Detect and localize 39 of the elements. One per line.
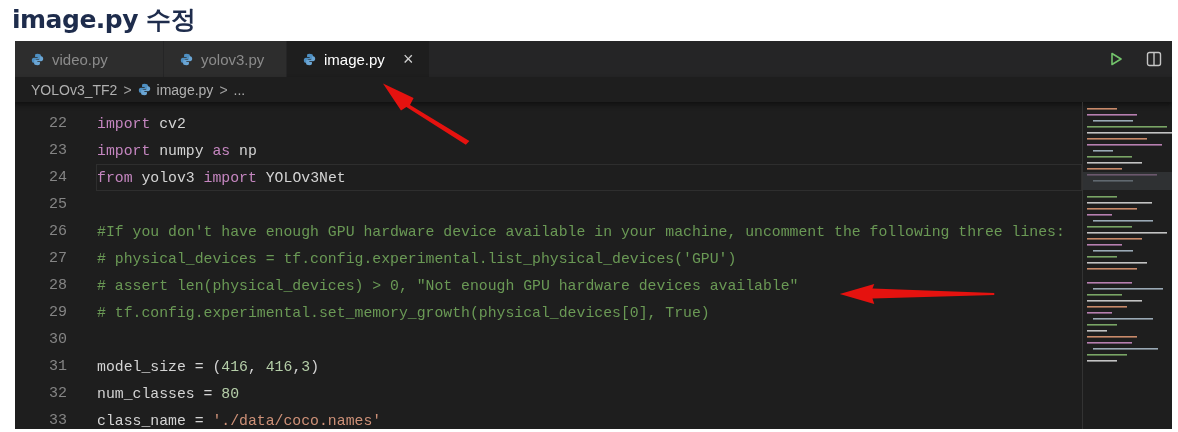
split-editor-icon[interactable] <box>1146 51 1162 67</box>
editor-tab[interactable]: image.py × <box>287 41 431 77</box>
python-file-icon <box>31 52 44 66</box>
line-number: 30 <box>48 331 67 348</box>
code-line: model_size = (416, 416,3) <box>97 358 320 375</box>
editor-tab[interactable]: yolov3.py <box>164 41 287 77</box>
breadcrumb-separator: > <box>219 81 228 98</box>
code-line: import cv2 <box>97 115 186 132</box>
run-icon[interactable] <box>1108 51 1124 67</box>
line-number: 24 <box>48 169 67 186</box>
breadcrumb-separator: > <box>123 81 132 98</box>
line-number: 31 <box>48 358 67 375</box>
breadcrumb-item[interactable]: YOLOv3_TF2 <box>31 81 118 98</box>
breadcrumb-item[interactable]: ... <box>233 81 246 98</box>
code-line: import numpy as np <box>97 142 257 159</box>
line-number: 25 <box>48 196 67 213</box>
code-line: num_classes = 80 <box>97 385 240 402</box>
line-number: 32 <box>48 385 67 402</box>
code-line: class_name = './data/coco.names' <box>97 412 382 429</box>
code-line: from yolov3 import YOLOv3Net <box>97 169 346 186</box>
python-file-icon <box>137 83 151 96</box>
post-heading: image.py 수정 <box>11 4 197 36</box>
minimap-drawing[interactable] <box>1082 102 1172 429</box>
line-number: 33 <box>48 412 67 429</box>
line-number: 22 <box>48 115 67 132</box>
code-line: # physical_devices = tf.config.experimental.list_physical_devices('GPU') <box>97 250 737 267</box>
editor-tab[interactable]: video.py <box>15 41 164 77</box>
close-button[interactable]: × <box>402 48 414 70</box>
code-line: #If you don't have enough GPU hardware device available in your machine, uncomment the following three lines: <box>97 223 1065 240</box>
python-file-icon <box>303 52 316 66</box>
line-number: 23 <box>48 142 67 159</box>
line-number: 27 <box>48 250 67 267</box>
breadcrumb-item[interactable]: image.py <box>156 81 214 98</box>
line-number: 26 <box>48 223 67 240</box>
line-number: 28 <box>48 277 67 294</box>
python-file-icon <box>180 52 193 66</box>
code-line: # assert len(physical_devices) > 0, "Not enough GPU hardware devices available" <box>97 277 799 294</box>
code-line: # tf.config.experimental.set_memory_growth(physical_devices[0], True) <box>97 304 710 321</box>
line-number: 29 <box>48 304 67 321</box>
